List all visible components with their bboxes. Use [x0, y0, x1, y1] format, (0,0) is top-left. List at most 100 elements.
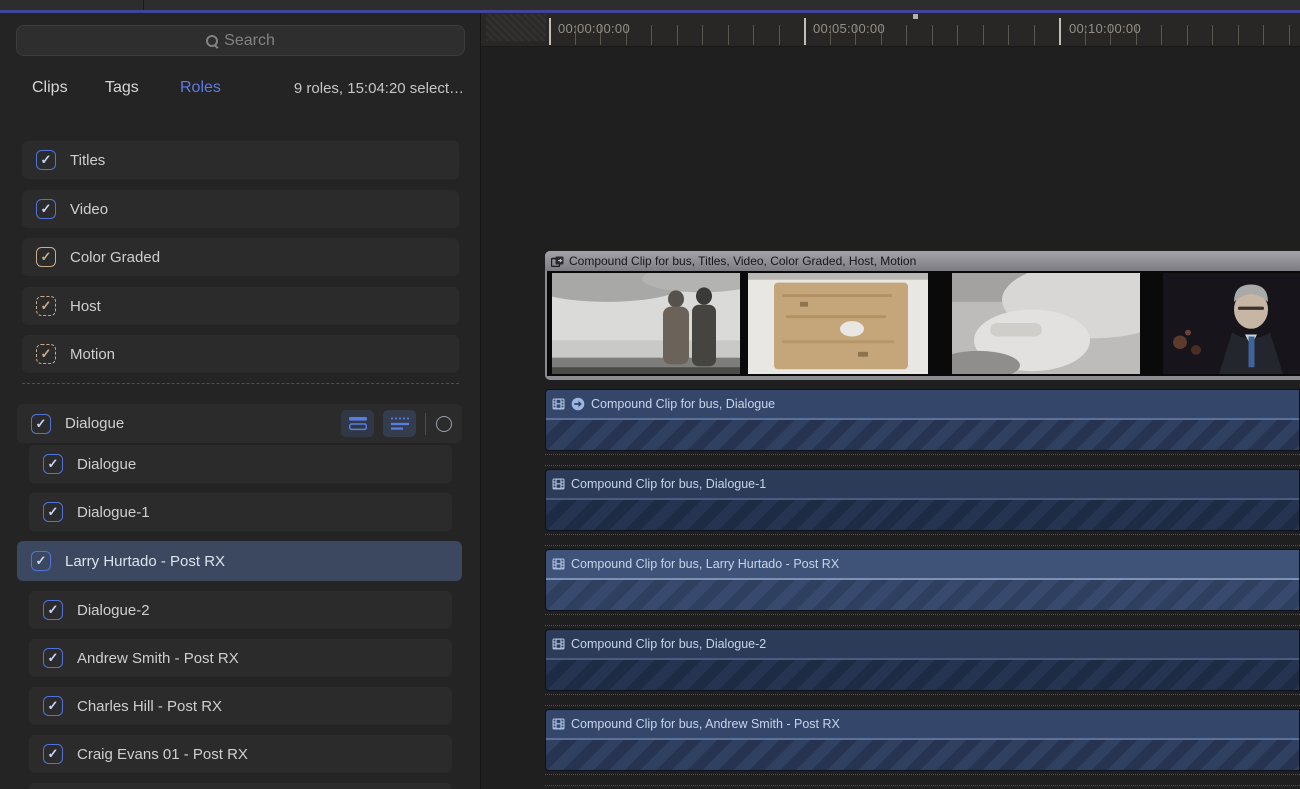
ruler-tick-minor — [1187, 25, 1188, 45]
timeline-marker-dot[interactable] — [913, 14, 918, 19]
role-row[interactable]: ✓ Motion — [22, 335, 459, 373]
audio-clip-title: Compound Clip for bus, Larry Hurtado - P… — [571, 557, 839, 571]
timeline-ruler[interactable]: 00:00:00:0000:05:00:0000:10:00:00 — [481, 13, 1300, 47]
lane-separator — [545, 691, 1300, 709]
role-checkbox[interactable]: ✓ — [36, 150, 56, 170]
role-checkbox[interactable]: ✓ — [31, 414, 51, 434]
audio-compound-clip[interactable]: Compound Clip for bus, Dialogue-2 — [545, 629, 1300, 691]
role-checkbox[interactable]: ✓ — [43, 648, 63, 668]
ruler-prezero-hatch — [486, 14, 546, 41]
ruler-tick-minor — [983, 25, 984, 45]
role-label: Dialogue — [65, 415, 124, 432]
subrole-row[interactable]: ✓ Larry Hurtado - Post RX — [17, 541, 462, 581]
search-placeholder: Search — [224, 32, 275, 50]
role-checkbox[interactable]: ✓ — [31, 551, 51, 571]
role-label: Motion — [70, 346, 115, 363]
filmstrip-icon — [552, 478, 565, 490]
single-lane-icon — [348, 416, 368, 431]
lane-separator-line — [545, 774, 1300, 775]
audio-compound-clip[interactable]: Compound Clip for bus, Andrew Smith - Po… — [545, 709, 1300, 771]
fcpx-window: Search 9 roles, 15:04:20 select… Clips Ta… — [0, 0, 1300, 789]
subrole-label: Andrew Smith - Post RX — [77, 650, 239, 667]
ruler-tick-major — [1059, 18, 1061, 45]
audio-clip-stripes — [546, 660, 1299, 690]
focus-button[interactable] — [436, 416, 452, 432]
subrole-row[interactable]: ✓ Andrew Smith - Post RX — [29, 639, 452, 677]
subrole-label: Dialogue — [77, 456, 136, 473]
role-row[interactable]: ✓ Video — [22, 190, 459, 228]
lane-separator-line — [545, 694, 1300, 695]
subrole-row[interactable]: ✓ Dialogue-2 — [29, 591, 452, 629]
lane-separator-line — [545, 465, 1300, 466]
role-checkbox[interactable]: ✓ — [43, 696, 63, 716]
ruler-tick-minor — [677, 25, 678, 45]
subrole-row[interactable]: ✓ Craig Evans 01 - Post RX — [29, 735, 452, 773]
audio-clip-stripes — [546, 500, 1299, 530]
show-audio-lanes-button[interactable] — [383, 410, 416, 437]
thumbnail-hands-closeup — [952, 273, 1140, 374]
subrole-label: Larry Hurtado - Post RX — [65, 553, 225, 570]
audio-clip-stripes — [546, 580, 1299, 610]
role-checkbox[interactable]: ✓ — [43, 600, 63, 620]
ruler-tick-major — [549, 18, 551, 45]
audio-lanes-icon — [390, 416, 410, 431]
subrole-row[interactable]: ✓ Dialogue-1 — [29, 493, 452, 531]
role-row[interactable]: ✓Color Graded — [22, 238, 459, 276]
audio-clip-header: Compound Clip for bus, Andrew Smith - Po… — [546, 710, 1299, 738]
video-compound-clip[interactable]: Compound Clip for bus, Titles, Video, Co… — [545, 251, 1300, 380]
ruler-tick-minor — [1034, 25, 1035, 45]
audio-compound-clip[interactable]: Compound Clip for bus, Dialogue — [545, 389, 1300, 451]
ruler-tick-major — [804, 18, 806, 45]
role-label: Video — [70, 201, 108, 218]
audio-compound-clip[interactable]: Compound Clip for bus, Larry Hurtado - P… — [545, 549, 1300, 611]
subrole-row[interactable]: ✓ Charles Hill - Post RX — [29, 687, 452, 725]
toolbar-strip — [0, 0, 1300, 10]
lane-separator-line — [545, 785, 1300, 786]
role-checkbox[interactable]: ✓ — [43, 502, 63, 522]
tab-clips[interactable]: Clips — [32, 79, 68, 97]
video-clip-title: Compound Clip for bus, Titles, Video, Co… — [569, 254, 916, 268]
roles-group-divider — [22, 383, 459, 384]
tab-roles[interactable]: Roles — [180, 79, 221, 97]
lane-separator — [545, 771, 1300, 789]
timecode-label: 00:10:00:00 — [1069, 21, 1141, 36]
button-group-divider — [425, 413, 426, 435]
show-single-lane-button[interactable] — [341, 410, 374, 437]
role-checkbox[interactable]: ✓ — [36, 199, 56, 219]
role-checkbox[interactable]: ✓ — [43, 454, 63, 474]
subrole-row[interactable]: ✓ Dialogue — [29, 445, 452, 483]
timecode-label: 00:05:00:00 — [813, 21, 885, 36]
list-item-partial[interactable] — [29, 783, 452, 789]
subrole-label: Dialogue-2 — [77, 602, 150, 619]
audio-clip-title: Compound Clip for bus, Dialogue — [591, 397, 775, 411]
search-input[interactable]: Search — [16, 25, 465, 56]
audio-compound-clip[interactable]: Compound Clip for bus, Dialogue-1 — [545, 469, 1300, 531]
role-row[interactable]: ✓Titles — [22, 141, 459, 179]
compound-badge-icon — [571, 397, 585, 411]
video-clip-filmstrip — [547, 271, 1300, 376]
ruler-tick-minor — [1238, 25, 1239, 45]
subrole-label: Dialogue-1 — [77, 504, 150, 521]
role-checkbox[interactable]: ✓ — [43, 744, 63, 764]
index-tabs: 9 roles, 15:04:20 select… Clips Tags Roles — [0, 73, 481, 105]
role-checkbox[interactable]: ✓ — [36, 344, 56, 364]
ruler-tick-minor — [1263, 25, 1264, 45]
subrole-label: Craig Evans 01 - Post RX — [77, 746, 248, 763]
selection-status: 9 roles, 15:04:20 select… — [294, 80, 464, 97]
role-label: Host — [70, 298, 101, 315]
audio-clip-header: Compound Clip for bus, Dialogue — [546, 390, 1299, 418]
ruler-tick-minor — [651, 25, 652, 45]
ruler-tick-minor — [1008, 25, 1009, 45]
audio-clip-title: Compound Clip for bus, Dialogue-2 — [571, 637, 766, 651]
tab-tags[interactable]: Tags — [105, 79, 139, 97]
video-clip-header: Compound Clip for bus, Titles, Video, Co… — [545, 251, 1300, 271]
role-checkbox[interactable]: ✓ — [36, 247, 56, 267]
filmstrip-icon — [552, 558, 565, 570]
ruler-tick-minor — [702, 25, 703, 45]
role-checkbox[interactable]: ✓ — [36, 296, 56, 316]
role-row-dialogue-parent[interactable]: ✓ Dialogue — [17, 404, 462, 443]
ruler-tick-minor — [1161, 25, 1162, 45]
audio-clip-stripes — [546, 420, 1299, 450]
subrole-label: Charles Hill - Post RX — [77, 698, 222, 715]
role-row[interactable]: ✓ Host — [22, 287, 459, 325]
